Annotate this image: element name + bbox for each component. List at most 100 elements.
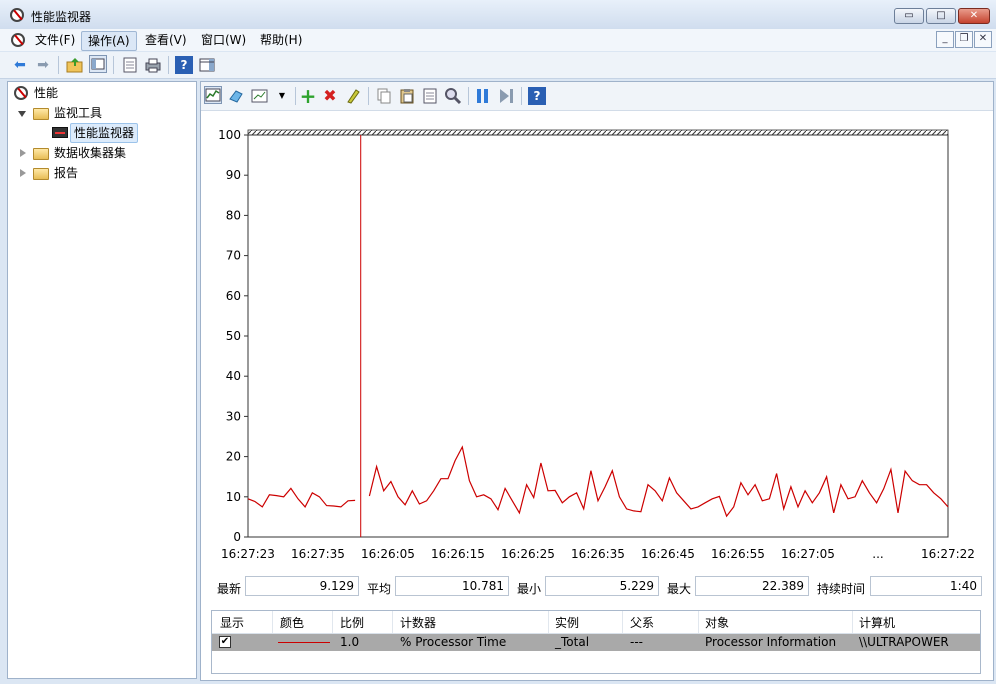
performance-line-chart[interactable]: 0 10 20 30 40 50 60 70 80 90 100 16:27:23 16:27:35 16…: [201, 111, 993, 561]
up-folder-icon[interactable]: [66, 56, 84, 74]
performance-monitor-pane: ▼ + ✖ ? 0 10 20 30 40 50 60 70 80 90 100…: [200, 81, 994, 681]
mdi-restore-button[interactable]: ❐: [955, 31, 973, 48]
help-icon[interactable]: ?: [528, 87, 546, 105]
update-data-icon[interactable]: [497, 87, 515, 105]
folder-icon: [33, 108, 49, 120]
menu-view[interactable]: 查看(V): [139, 31, 193, 49]
duration-value: 1:40: [870, 576, 982, 596]
y-tick-label: 40: [226, 369, 241, 383]
minimum-value: 5.229: [545, 576, 659, 596]
window-title: 性能监视器: [31, 10, 92, 24]
parent-cell: ---: [630, 635, 643, 649]
y-tick-label: 30: [226, 409, 241, 423]
performance-icon: [14, 86, 28, 100]
forward-arrow-icon[interactable]: ➡: [34, 56, 52, 74]
help-icon[interactable]: ?: [175, 56, 193, 74]
minimum-label: 最小: [517, 582, 542, 596]
pause-icon[interactable]: [474, 87, 492, 105]
folder-icon: [33, 148, 49, 160]
tree-item-performance[interactable]: 性能: [34, 84, 58, 102]
object-cell: Processor Information: [705, 635, 837, 649]
properties-icon[interactable]: [421, 87, 439, 105]
y-tick-label: 0: [233, 530, 241, 544]
show-hide-action-pane-icon[interactable]: [198, 56, 216, 74]
maximum-value: 22.389: [695, 576, 809, 596]
menu-action[interactable]: 操作(A): [81, 31, 137, 51]
counter-legend: 显示 颜色 比例 计数器 实例 父系 对象 计算机 ✔ 1.0 % Proces…: [211, 610, 981, 674]
column-counter[interactable]: 计数器: [400, 614, 436, 631]
expand-arrow-icon[interactable]: [20, 169, 26, 177]
y-tick-label: 20: [226, 450, 241, 464]
close-button[interactable]: ✕: [958, 8, 990, 24]
back-arrow-icon[interactable]: ⬅: [11, 56, 29, 74]
maximum-label: 最大: [667, 582, 692, 596]
zoom-icon[interactable]: [444, 87, 462, 105]
title-bar: 性能监视器 ▭ □ ✕: [0, 0, 996, 30]
performance-monitor-icon: [52, 127, 68, 138]
x-tick-label: 16:26:05: [361, 547, 415, 561]
add-counter-icon[interactable]: +: [299, 86, 317, 106]
perfmon-app-icon[interactable]: [10, 8, 24, 22]
minimize-button[interactable]: ▭: [894, 8, 924, 24]
tree-item-data-collector-sets[interactable]: 数据收集器集: [54, 144, 126, 162]
color-swatch: [278, 642, 330, 643]
menu-help[interactable]: 帮助(H): [254, 31, 308, 49]
y-tick-label: 70: [226, 249, 241, 263]
copy-properties-icon[interactable]: [375, 87, 393, 105]
average-value: 10.781: [395, 576, 509, 596]
highlight-icon[interactable]: [344, 87, 362, 105]
y-tick-label: 80: [226, 208, 241, 222]
menu-bar: 文件(F) 操作(A) 查看(V) 窗口(W) 帮助(H): [0, 29, 996, 51]
change-graph-type-icon[interactable]: [251, 87, 269, 105]
legend-row[interactable]: ✔ 1.0 % Processor Time _Total --- Proces…: [212, 634, 980, 651]
column-scale[interactable]: 比例: [340, 614, 364, 631]
tree-item-monitoring-tools[interactable]: 监视工具: [54, 104, 102, 122]
menu-window[interactable]: 窗口(W): [195, 31, 252, 49]
x-tick-label: 16:26:15: [431, 547, 485, 561]
properties-icon[interactable]: [121, 56, 139, 74]
maximize-button[interactable]: □: [926, 8, 956, 24]
mdi-minimize-button[interactable]: _: [936, 31, 954, 48]
column-color[interactable]: 颜色: [280, 614, 304, 631]
show-checkbox[interactable]: ✔: [219, 636, 231, 648]
column-computer[interactable]: 计算机: [859, 614, 895, 631]
menu-file[interactable]: 文件(F): [29, 31, 81, 49]
mdi-close-button[interactable]: ✕: [974, 31, 992, 48]
y-tick-label: 90: [226, 168, 241, 182]
x-tick-label: 16:26:35: [571, 547, 625, 561]
duration-label: 持续时间: [817, 582, 866, 596]
chart-area: 0 10 20 30 40 50 60 70 80 90 100 16:27:23 16:27:35 16…: [201, 111, 993, 561]
application-window: 性能监视器 ▭ □ ✕ 文件(F) 操作(A) 查看(V) 窗口(W) 帮助(H…: [0, 0, 996, 684]
show-hide-tree-icon[interactable]: [89, 55, 107, 73]
column-object[interactable]: 对象: [705, 614, 729, 631]
column-show[interactable]: 显示: [220, 614, 244, 631]
column-instance[interactable]: 实例: [555, 614, 579, 631]
freeze-display-icon[interactable]: [227, 87, 245, 105]
delete-counter-icon[interactable]: ✖: [321, 87, 339, 105]
navigation-tree: 性能 监视工具 性能监视器 数据收集器集 报告: [7, 81, 197, 679]
print-icon[interactable]: [144, 56, 162, 74]
scale-cell: 1.0: [340, 635, 360, 649]
plot-top-band: [247, 129, 949, 136]
statistics-bar: 最新 9.129 平均 10.781 最小 5.229 最大 22.389 持续…: [201, 574, 993, 600]
x-tick-label: 16:27:35: [291, 547, 345, 561]
y-tick-label: 10: [226, 490, 241, 504]
computer-cell: \\ULTRAPOWER: [859, 635, 949, 649]
perfmon-menu-icon[interactable]: [11, 33, 25, 47]
reports-folder-icon: [33, 168, 49, 180]
view-graph-icon[interactable]: [204, 86, 222, 104]
expand-arrow-icon[interactable]: [20, 149, 26, 157]
collapse-arrow-icon[interactable]: [18, 111, 26, 117]
tree-item-reports[interactable]: 报告: [54, 164, 78, 182]
plot-frame: [247, 134, 949, 538]
x-tick-label: ...: [872, 547, 883, 561]
tree-item-performance-monitor[interactable]: 性能监视器: [70, 123, 139, 143]
counter-cell: % Processor Time: [400, 635, 507, 649]
paste-counter-list-icon[interactable]: [398, 87, 416, 105]
column-parent[interactable]: 父系: [630, 614, 654, 631]
x-tick-label: 16:26:25: [501, 547, 555, 561]
legend-header: 显示 颜色 比例 计数器 实例 父系 对象 计算机: [212, 611, 980, 634]
dropdown-icon[interactable]: ▼: [273, 87, 291, 105]
x-tick-label: 16:27:05: [781, 547, 835, 561]
graph-toolbar: ▼ + ✖ ?: [201, 82, 993, 111]
